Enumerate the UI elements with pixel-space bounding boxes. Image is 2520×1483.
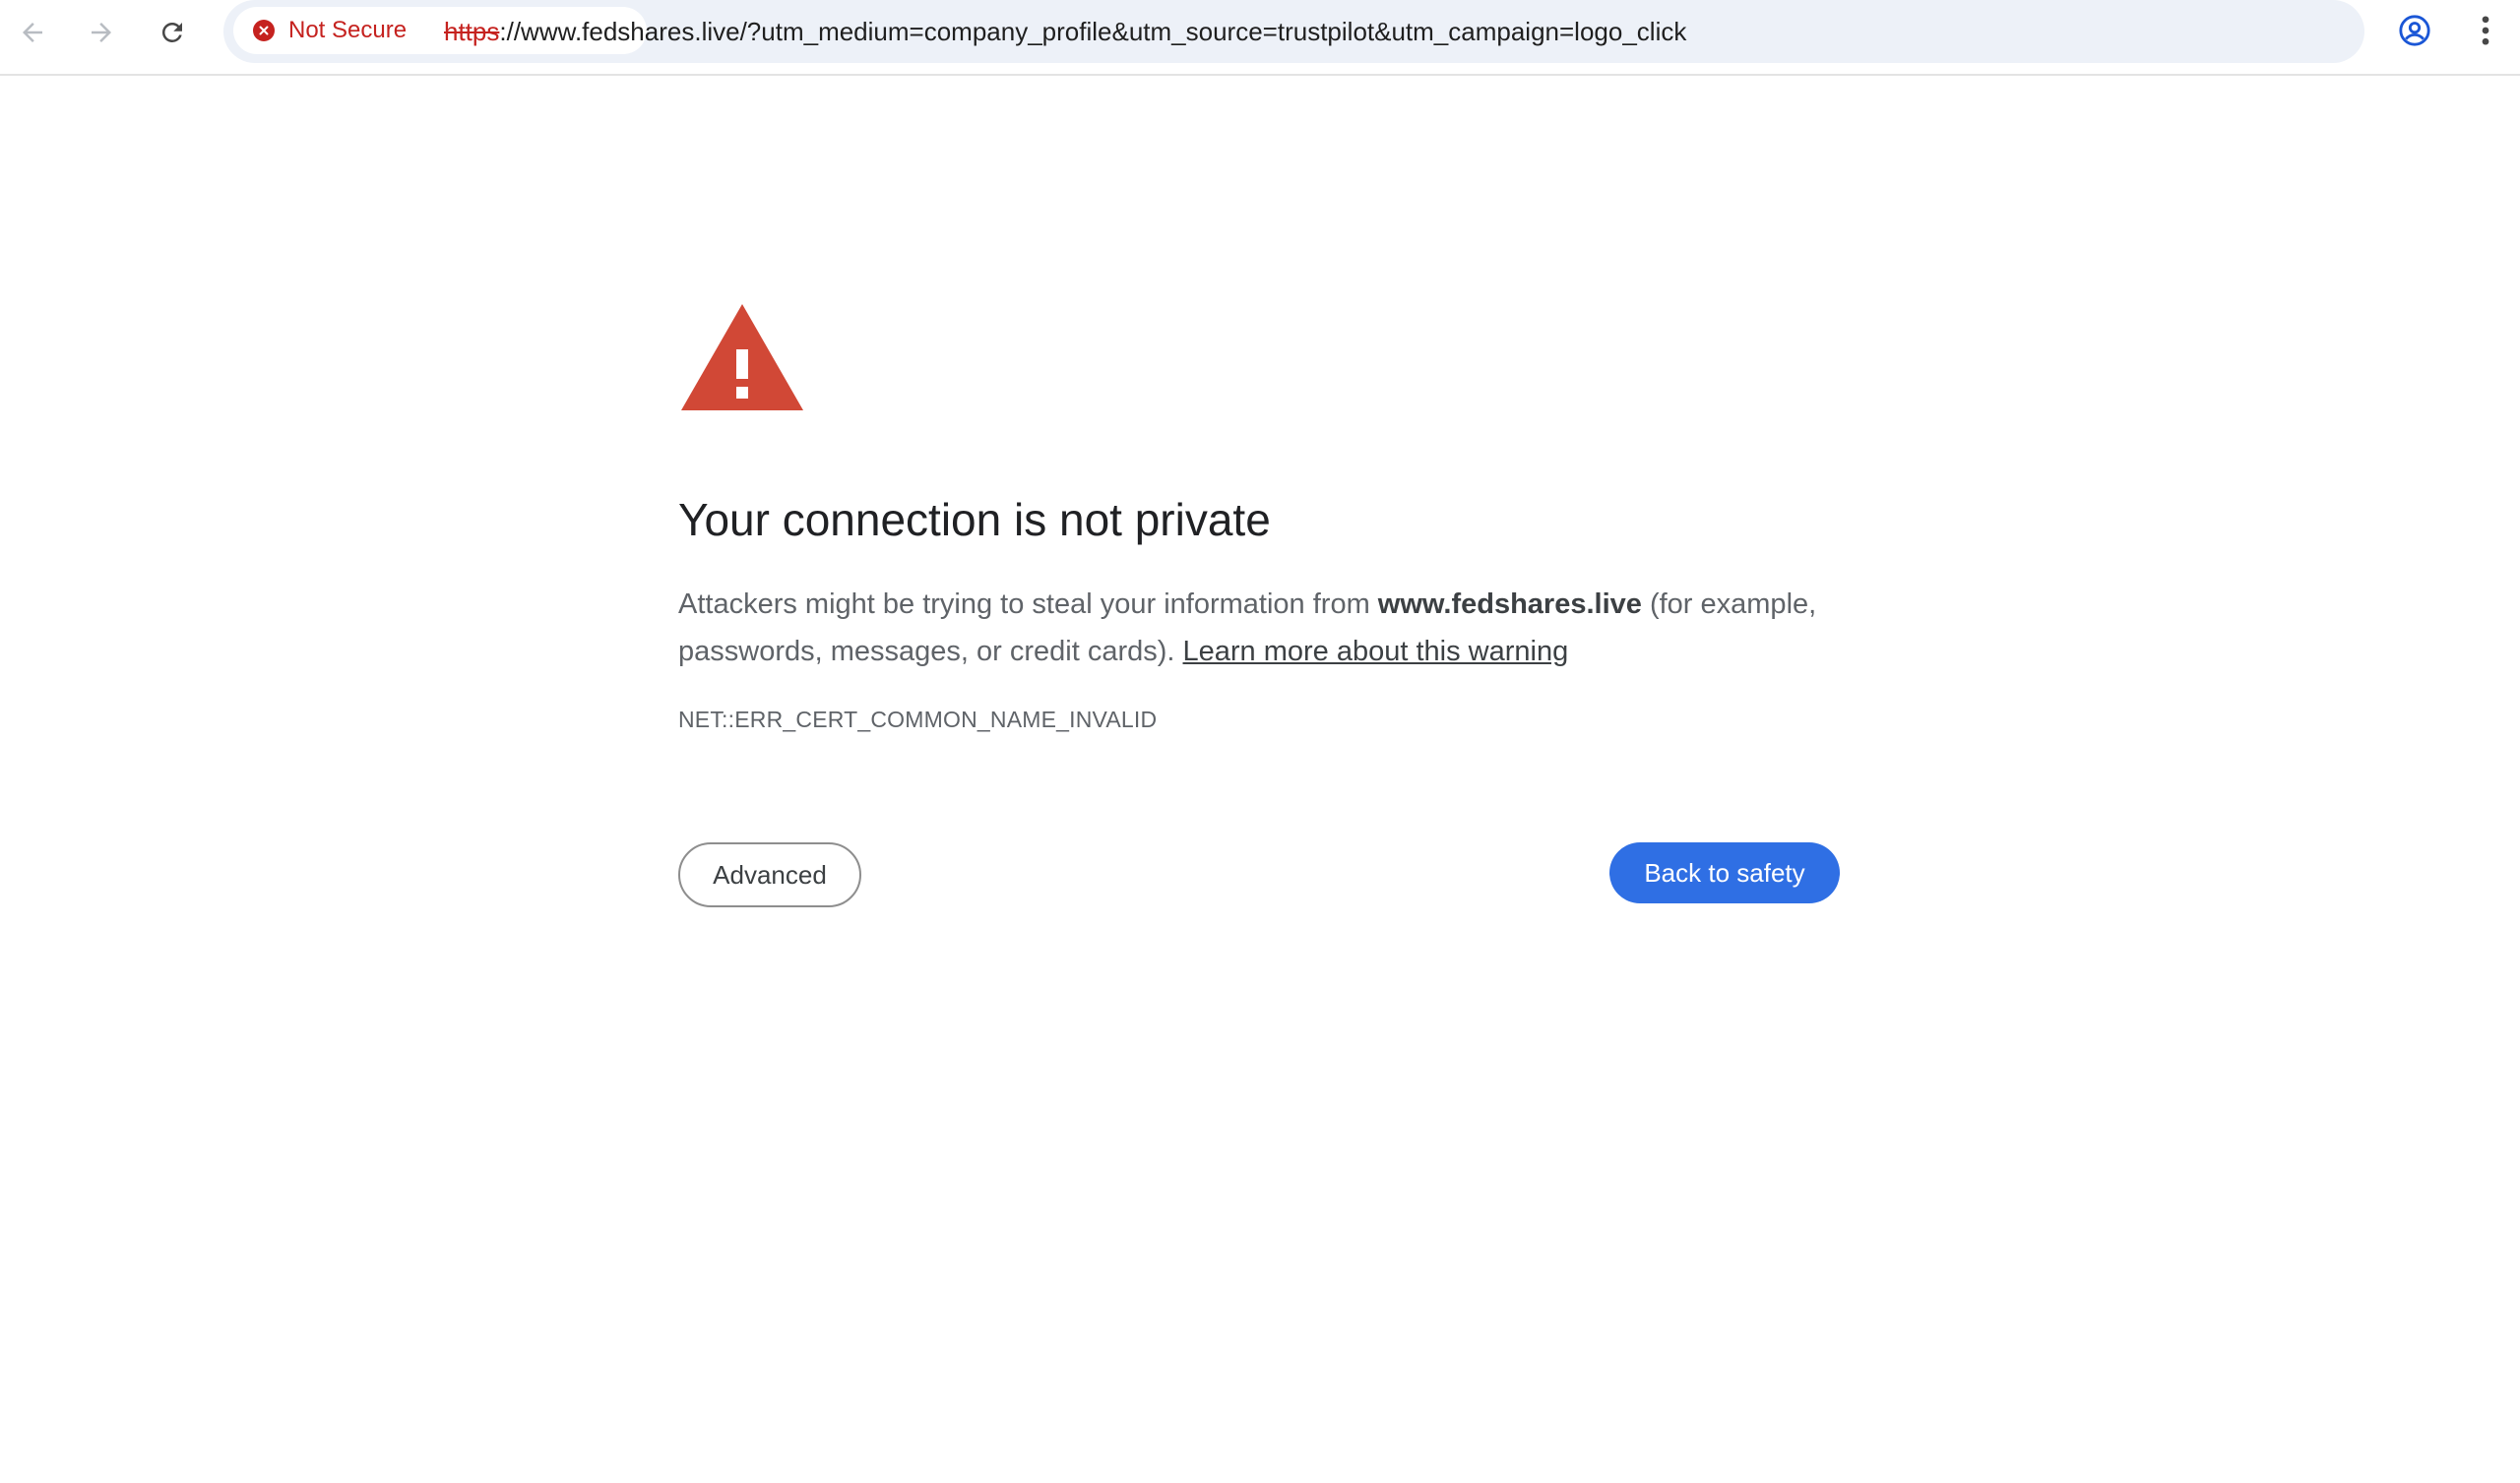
profile-icon [2398,14,2431,52]
url-scheme: https [444,17,500,46]
reload-icon [158,18,187,47]
back-button[interactable] [8,8,57,57]
warning-triangle-icon [678,300,1840,414]
browser-toolbar: Not Secure https://www.fedshares.live/?u… [0,0,2520,76]
interstitial-content: Your connection is not private Attackers… [678,300,1840,907]
page-title: Your connection is not private [678,494,1271,545]
bookmark-button[interactable] [2513,8,2520,55]
url-text[interactable]: https://www.fedshares.live/?utm_medium=c… [444,0,1686,63]
arrow-right-icon [87,18,116,47]
reload-button[interactable] [148,8,197,57]
forward-button[interactable] [77,8,126,57]
error-code: NET::ERR_CERT_COMMON_NAME_INVALID [678,707,1158,732]
back-to-safety-button[interactable]: Back to safety [1609,842,1840,903]
address-bar[interactable]: Not Secure https://www.fedshares.live/?u… [223,0,2364,63]
description-prefix: Attackers might be trying to steal your … [678,588,1378,620]
browser-menu-button[interactable] [2461,8,2510,57]
security-chip-label: Not Secure [288,17,408,43]
arrow-left-icon [18,18,47,47]
site-domain: www.fedshares.live [1377,588,1642,620]
error-circle-icon [253,20,275,41]
learn-more-link[interactable]: Learn more about this warning [1183,636,1569,667]
warning-description: Attackers might be trying to steal your … [678,581,1840,675]
advanced-button[interactable]: Advanced [678,842,861,907]
profile-button[interactable] [2390,8,2439,57]
url-rest: ://www.fedshares.live/?utm_medium=compan… [499,17,1687,46]
three-dot-menu-icon [2481,15,2490,51]
